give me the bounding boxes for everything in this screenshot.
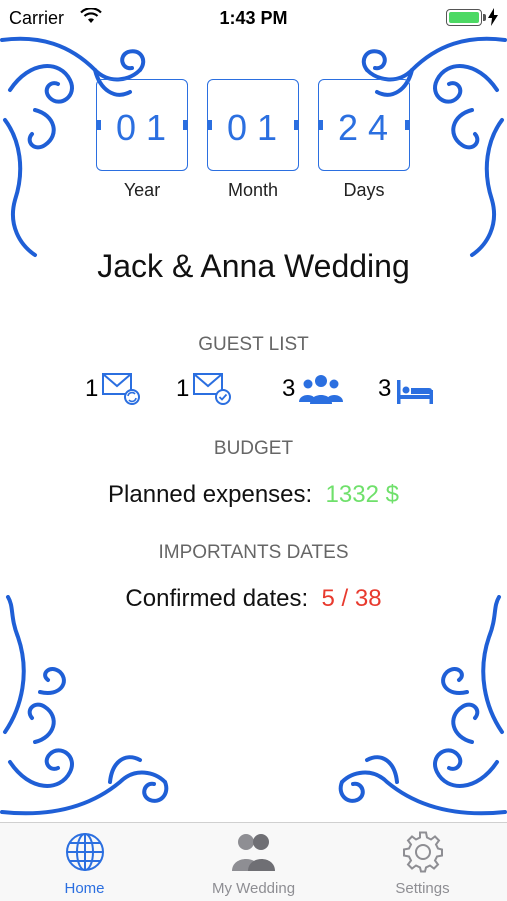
group-icon [299, 375, 344, 404]
invites-sent-count: 1 [85, 375, 99, 402]
countdown-box: 24 [318, 79, 410, 171]
countdown-digits: 01 [115, 107, 177, 148]
planned-expenses-label: Planned expenses: [108, 481, 313, 508]
budget-heading: BUDGET [213, 438, 294, 459]
planned-expenses-value: 1332 $ [325, 481, 399, 508]
confirmed-dates-value: 5 / 38 [321, 585, 382, 612]
countdown-months: 01 Month [205, 79, 301, 201]
bottom-left-ornament [0, 595, 169, 816]
tab-bar: Home My Wedding Settings [0, 822, 507, 901]
dates-summary[interactable]: Confirmed dates: 5 / 38 [0, 585, 507, 613]
confirmed-dates-label: Confirmed dates: [125, 585, 309, 612]
tab-label: My Wedding [211, 880, 296, 897]
gear-icon [402, 831, 443, 873]
countdown-digits: 24 [337, 107, 399, 148]
tab-label: Settings [395, 880, 450, 897]
guest-invites-confirmed[interactable]: 1 [176, 372, 233, 406]
globe-icon [65, 833, 104, 871]
countdown-days: 24 Days [316, 79, 412, 201]
countdown-box: 01 [207, 79, 299, 171]
guest-list-summary[interactable]: 1 1 3 3 [0, 372, 507, 412]
wedding-title: Jack & Anna Wedding [97, 248, 410, 284]
budget-summary[interactable]: Planned expenses: 1332 $ [0, 481, 507, 509]
countdown-digits: 01 [226, 107, 288, 148]
countdown-label: Month [227, 180, 279, 200]
countdown-label: Days [343, 180, 385, 200]
countdown-box: 01 [96, 79, 188, 171]
countdown-years: 01 Year [94, 79, 190, 201]
battery-icon [446, 9, 486, 26]
guest-total[interactable]: 3 [282, 372, 344, 406]
invites-confirmed-count: 1 [176, 375, 190, 402]
accommodation-count: 3 [378, 375, 392, 402]
bottom-right-ornament [338, 595, 507, 816]
clock: 1:43 PM [219, 8, 288, 28]
bed-icon [397, 380, 434, 404]
guest-invites-sent[interactable]: 1 [85, 372, 142, 406]
envelope-check-icon [193, 373, 232, 405]
guest-accommodation[interactable]: 3 [378, 372, 435, 406]
tab-label: Home [64, 880, 105, 897]
envelope-sync-icon [102, 373, 141, 405]
important-dates-heading: IMPORTANTS DATES [158, 542, 349, 563]
tab-settings[interactable]: Settings [338, 823, 507, 901]
tab-home[interactable]: Home [0, 823, 169, 901]
tab-my-wedding[interactable]: My Wedding [169, 823, 338, 901]
couple-icon [231, 834, 275, 871]
guest-list-heading: GUEST LIST [198, 334, 309, 355]
guest-total-count: 3 [282, 375, 296, 402]
charging-icon [488, 8, 498, 31]
countdown-label: Year [123, 180, 161, 200]
